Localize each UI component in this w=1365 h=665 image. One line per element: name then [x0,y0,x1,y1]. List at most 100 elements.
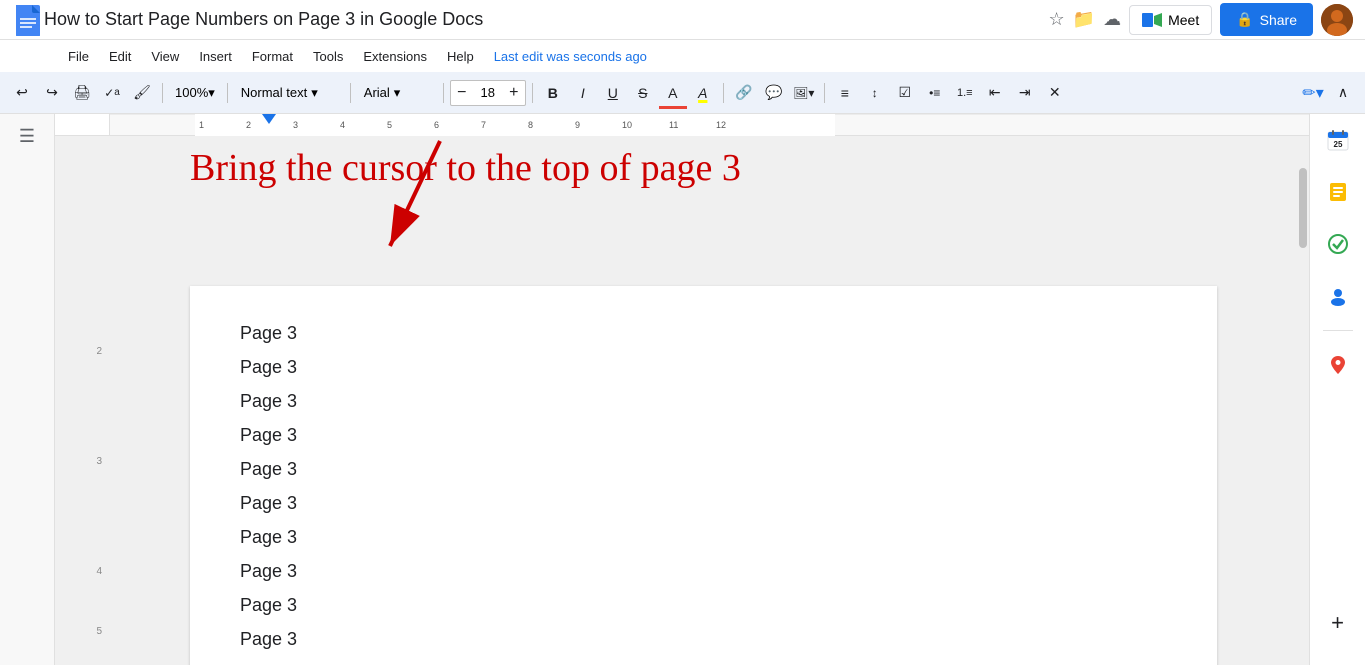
menu-edit[interactable]: Edit [101,45,139,68]
last-edit-status: Last edit was seconds ago [494,49,647,64]
margin-number-3: 3 [96,456,102,467]
main-layout: ☰ 1 2 3 4 5 6 7 8 9 [0,114,1365,665]
decrease-indent-button[interactable]: ⇤ [981,79,1009,107]
right-sidebar: 25 [1309,114,1365,665]
page-lines: Page 3 Page 3 Page 3 Page 3 Page 3 Page … [240,316,1167,665]
meet-label: Meet [1168,12,1199,28]
doc-area: 1 2 3 4 5 6 7 8 9 10 11 12 [55,114,1309,665]
increase-indent-button[interactable]: ⇥ [1011,79,1039,107]
svg-text:6: 6 [434,120,439,130]
lock-icon: 🔒 [1236,11,1253,28]
redo-button[interactable]: ↪ [38,79,66,107]
page-line-4: Page 3 [240,418,1167,452]
comment-button[interactable]: 💬 [760,79,788,107]
strikethrough-button[interactable]: S [629,79,657,107]
line-spacing-button[interactable]: ↕ [861,79,889,107]
tasks-icon[interactable] [1320,226,1356,262]
maps-icon[interactable] [1320,347,1356,383]
align-button[interactable]: ≡ [831,79,859,107]
meet-button[interactable]: Meet [1129,5,1212,35]
svg-text:10: 10 [622,120,632,130]
margin-number-5: 5 [96,626,102,637]
font-chevron: ▾ [394,85,401,101]
share-button[interactable]: 🔒 Share [1220,3,1313,36]
separator-4 [443,83,444,103]
font-value: Arial [364,85,390,100]
left-margin: 2 3 4 5 [55,136,110,665]
zoom-chevron: ▾ [208,85,215,101]
page-line-5: Page 3 [240,452,1167,486]
print-button[interactable]: 🖨 [68,79,96,107]
docs-icon [12,4,44,36]
checklist-button[interactable]: ☑ [891,79,919,107]
document-page: Page 3 Page 3 Page 3 Page 3 Page 3 Page … [190,286,1217,665]
undo-button[interactable]: ↩ [8,79,36,107]
margin-number-4: 4 [96,566,102,577]
star-icon[interactable]: ☆ [1049,9,1065,30]
edit-mode-button[interactable]: ✏▾ [1299,79,1327,107]
ruler: 1 2 3 4 5 6 7 8 9 10 11 12 [55,114,1309,136]
bullets-button[interactable]: •≡ [921,79,949,107]
svg-text:3: 3 [293,120,298,130]
font-selector[interactable]: Arial ▾ [357,82,437,104]
svg-text:11: 11 [669,120,678,130]
content-area: 2 3 4 5 Bring the cursor to the top of p… [55,136,1309,665]
font-size-input[interactable] [473,85,503,100]
font-size-decrease[interactable]: − [451,81,473,105]
menu-extensions[interactable]: Extensions [355,45,435,68]
calendar-icon[interactable]: 25 [1320,122,1356,158]
menu-file[interactable]: File [60,45,97,68]
svg-text:1: 1 [199,120,204,130]
share-label: Share [1260,12,1297,28]
menu-insert[interactable]: Insert [191,45,240,68]
zoom-selector[interactable]: 100% ▾ [169,83,221,103]
folder-icon[interactable]: 📁 [1073,9,1095,30]
user-avatar[interactable] [1321,4,1353,36]
add-plugin-button[interactable]: + [1320,605,1356,641]
svg-text:2: 2 [246,120,251,130]
page-line-10: Page 3 [240,622,1167,656]
plus-icon: + [1331,610,1344,636]
collapse-toolbar-button[interactable]: ∧ [1329,79,1357,107]
separator-7 [824,83,825,103]
link-button[interactable]: 🔗 [730,79,758,107]
ruler-marks: 1 2 3 4 5 6 7 8 9 10 11 12 [110,114,1309,135]
arrow-svg [340,136,540,261]
highlight-button[interactable]: A [689,79,717,107]
spellcheck-button[interactable]: ✓a [98,79,126,107]
menu-help[interactable]: Help [439,45,482,68]
contacts-icon[interactable] [1320,278,1356,314]
svg-text:12: 12 [716,120,726,130]
separator-5 [532,83,533,103]
style-selector[interactable]: Normal text ▾ [234,82,344,104]
toolbar: ↩ ↪ 🖨 ✓a 🖌 100% ▾ Normal text ▾ Arial ▾ … [0,72,1365,114]
svg-text:25: 25 [1333,140,1342,149]
image-button[interactable]: 🖼▾ [790,79,818,107]
paint-format-button[interactable]: 🖌 [128,79,156,107]
page-line-9: Page 3 [240,588,1167,622]
svg-text:8: 8 [528,120,533,130]
page-line-7: Page 3 [240,520,1167,554]
page-line-11: Page 3 [240,656,1167,665]
clear-formatting-button[interactable]: ✕ [1041,79,1069,107]
svg-text:7: 7 [481,120,486,130]
menu-view[interactable]: View [143,45,187,68]
underline-button[interactable]: U [599,79,627,107]
margin-number-2: 2 [96,346,102,357]
menu-format[interactable]: Format [244,45,301,68]
separator-1 [162,83,163,103]
vertical-scrollbar[interactable] [1297,136,1309,665]
keep-icon[interactable] [1320,174,1356,210]
page-line-3: Page 3 [240,384,1167,418]
style-chevron: ▾ [311,85,318,101]
italic-button[interactable]: I [569,79,597,107]
numbered-button[interactable]: 1.≡ [951,79,979,107]
scrollbar-thumb[interactable] [1299,168,1307,248]
page-scroll-area: Bring the cursor to the top of page 3 [110,136,1297,665]
page-list-icon[interactable]: ☰ [15,122,39,151]
text-color-button[interactable]: A [659,79,687,107]
bold-button[interactable]: B [539,79,567,107]
cloud-save-icon[interactable]: ☁ [1103,9,1121,30]
menu-tools[interactable]: Tools [305,45,351,68]
font-size-increase[interactable]: + [503,81,525,105]
